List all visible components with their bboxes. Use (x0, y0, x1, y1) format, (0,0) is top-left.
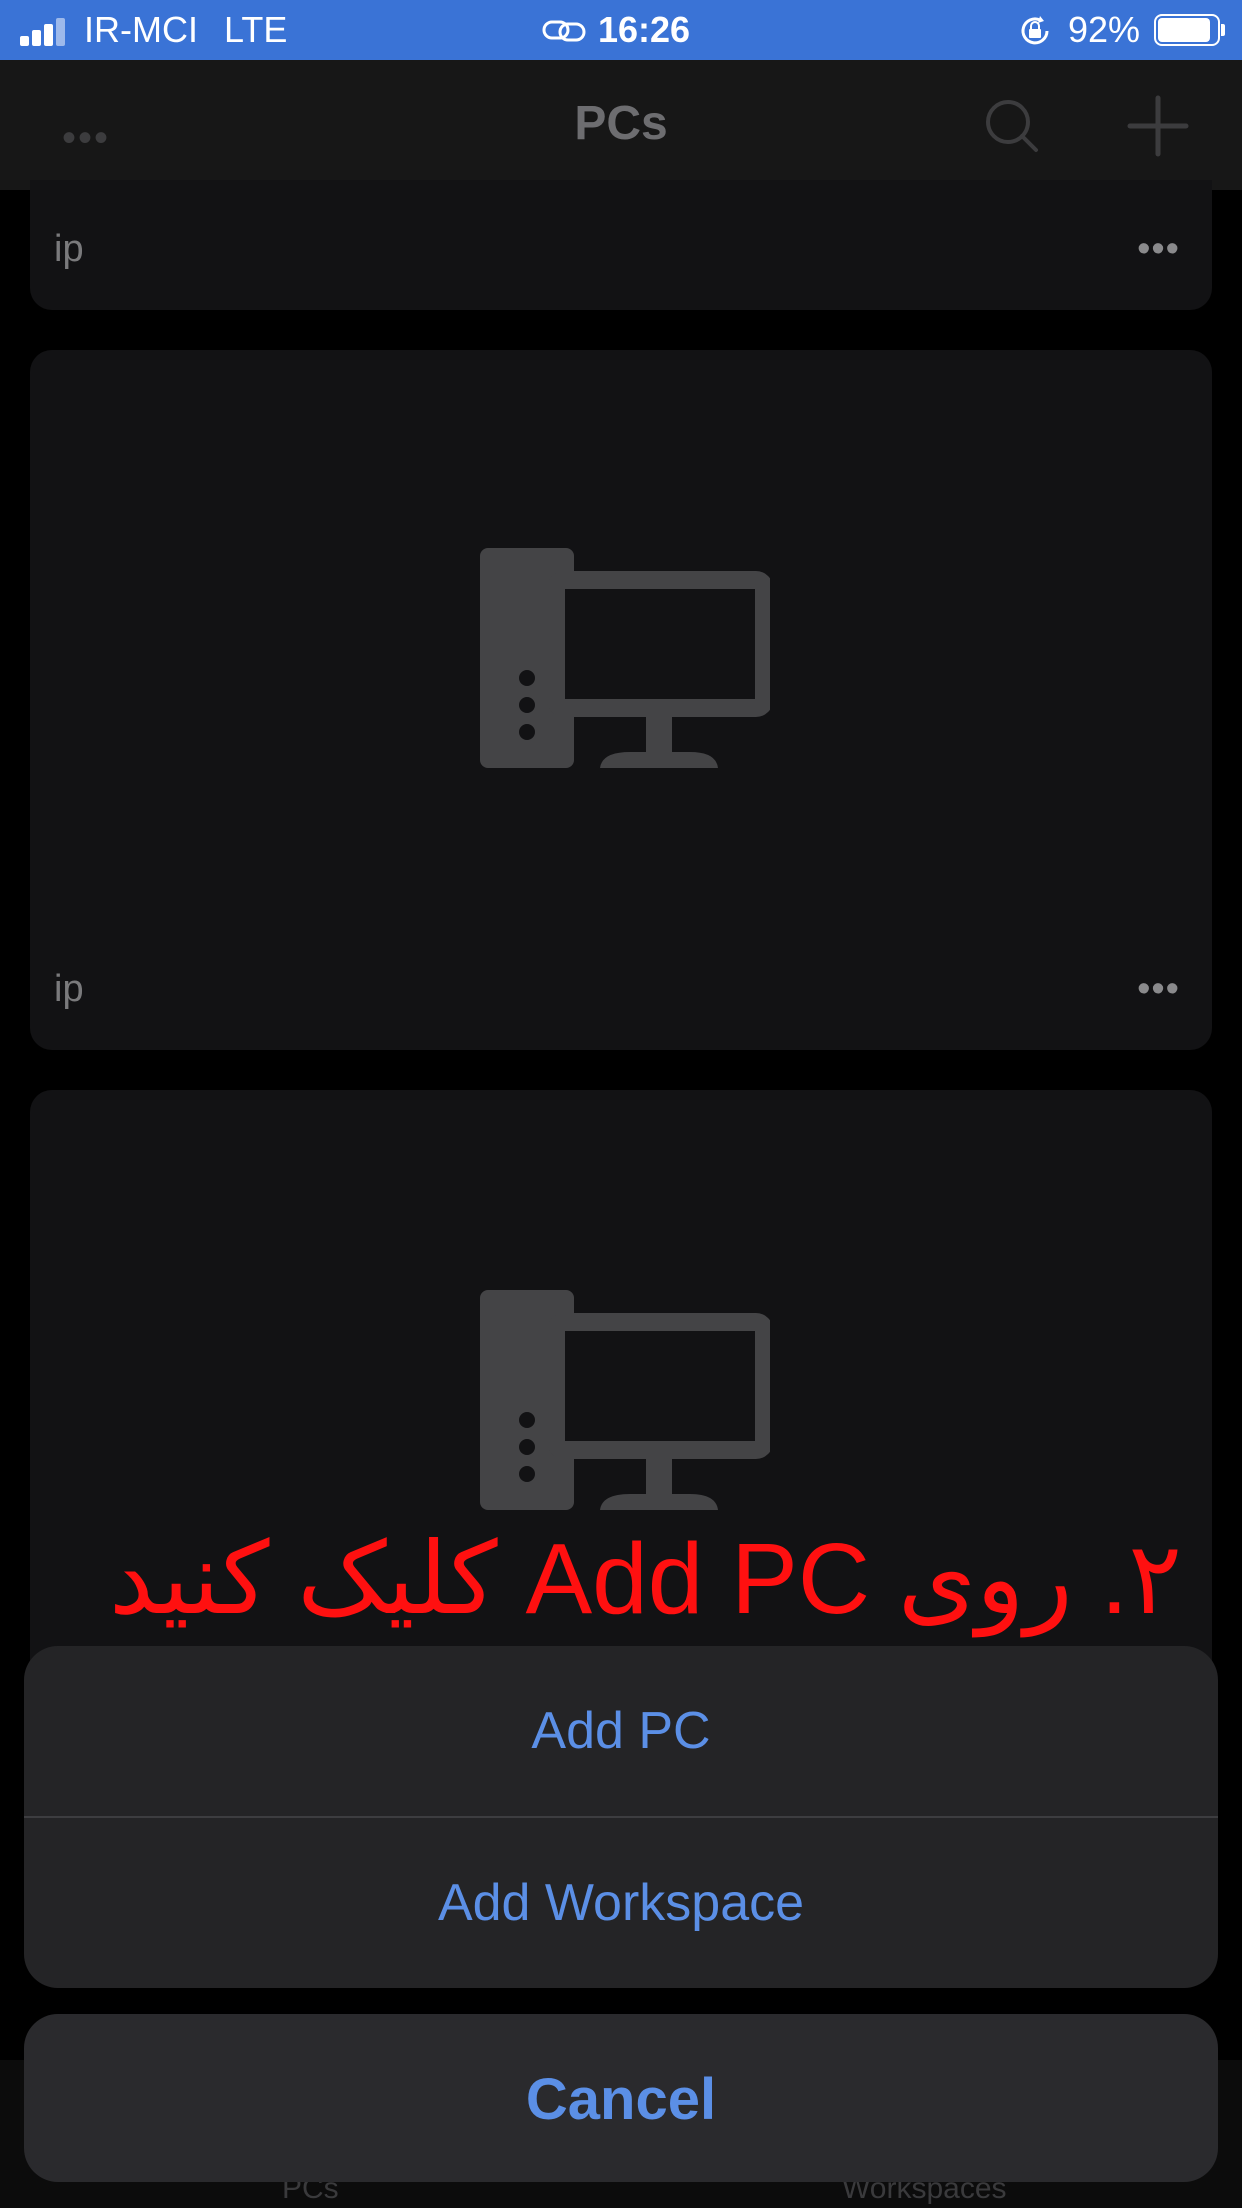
battery-icon (1154, 14, 1226, 46)
navigation-bar: ••• PCs (0, 60, 1242, 190)
page-title: PCs (574, 97, 668, 150)
computer-icon (480, 548, 770, 768)
action-sheet: Add PC Add Workspace (24, 1646, 1218, 1988)
search-icon[interactable] (984, 98, 1040, 154)
cancel-button[interactable]: Cancel (24, 2014, 1218, 2182)
signal-icon (20, 16, 72, 46)
instruction-text: ۲. روی Add PC کلیک کنید (109, 1523, 1182, 1635)
card-more-icon[interactable]: ••• (1137, 968, 1180, 1011)
computer-icon (480, 1290, 770, 1510)
battery-percent: 92% (1068, 9, 1141, 50)
pc-card-label: ip (54, 968, 84, 1010)
carrier-label: IR-MCI (84, 9, 198, 50)
pc-card[interactable]: ip ••• (30, 350, 1212, 1050)
pc-card[interactable]: ip ••• (30, 180, 1212, 310)
card-more-icon[interactable]: ••• (1137, 228, 1180, 271)
status-bar: IR-MCI LTE 16:26 92% (0, 0, 1242, 60)
add-pc-button[interactable]: Add PC (24, 1646, 1218, 1816)
plus-icon[interactable] (1126, 94, 1190, 158)
network-label: LTE (224, 9, 288, 50)
add-workspace-button[interactable]: Add Workspace (24, 1818, 1218, 1988)
cancel-label: Cancel (525, 2067, 717, 2132)
pc-card-label: ip (54, 228, 84, 270)
link-icon (542, 20, 586, 42)
status-time: 16:26 (598, 9, 691, 50)
orientation-lock-icon (1021, 16, 1049, 45)
